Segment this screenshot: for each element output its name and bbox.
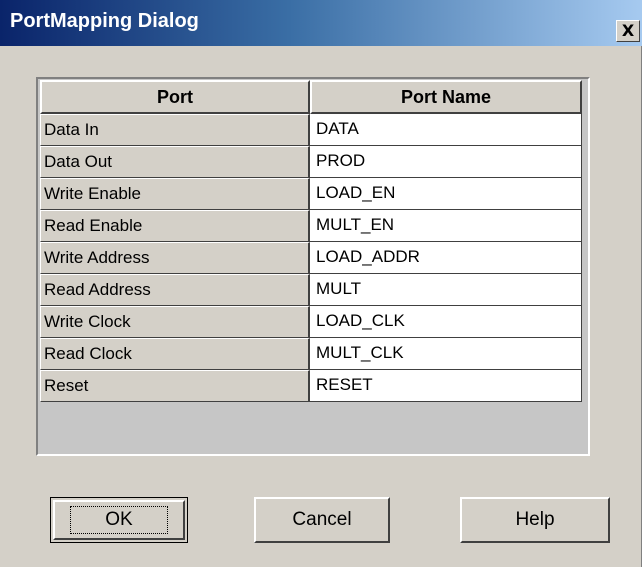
port-cell: Read Enable (40, 210, 310, 242)
title-bar[interactable]: PortMapping Dialog X (0, 0, 642, 46)
table-row: Data In DATA (40, 114, 584, 146)
port-name-cell[interactable]: RESET (310, 370, 582, 402)
port-cell: Read Clock (40, 338, 310, 370)
table-row: Data Out PROD (40, 146, 584, 178)
port-name-cell[interactable]: DATA (310, 114, 582, 146)
table-row: Read Clock MULT_CLK (40, 338, 584, 370)
port-mapping-dialog: PortMapping Dialog X Port Port Name Data… (0, 0, 642, 567)
port-name-cell[interactable]: PROD (310, 146, 582, 178)
ok-button[interactable]: OK (50, 497, 188, 543)
port-cell: Read Address (40, 274, 310, 306)
port-name-cell[interactable]: LOAD_CLK (310, 306, 582, 338)
close-icon: X (621, 21, 635, 40)
port-name-cell[interactable]: MULT_EN (310, 210, 582, 242)
port-cell: Reset (40, 370, 310, 402)
port-cell: Data In (40, 114, 310, 146)
help-button[interactable]: Help (460, 497, 610, 543)
column-header-port[interactable]: Port (40, 80, 310, 114)
port-name-cell[interactable]: LOAD_ADDR (310, 242, 582, 274)
table-row: Write Enable LOAD_EN (40, 178, 584, 210)
ok-button-face: OK (53, 500, 185, 540)
port-cell: Data Out (40, 146, 310, 178)
table-row: Write Clock LOAD_CLK (40, 306, 584, 338)
cancel-button[interactable]: Cancel (254, 497, 390, 543)
port-name-cell[interactable]: MULT_CLK (310, 338, 582, 370)
ok-button-label: OK (70, 506, 168, 534)
port-name-cell[interactable]: MULT (310, 274, 582, 306)
port-cell: Write Clock (40, 306, 310, 338)
port-cell: Write Address (40, 242, 310, 274)
table-row: Read Enable MULT_EN (40, 210, 584, 242)
table-row: Reset RESET (40, 370, 584, 402)
close-button[interactable]: X (616, 20, 640, 42)
column-header-port-name[interactable]: Port Name (310, 80, 582, 114)
table-row: Read Address MULT (40, 274, 584, 306)
port-name-cell[interactable]: LOAD_EN (310, 178, 582, 210)
table-row: Write Address LOAD_ADDR (40, 242, 584, 274)
port-cell: Write Enable (40, 178, 310, 210)
window-title: PortMapping Dialog (10, 10, 199, 32)
